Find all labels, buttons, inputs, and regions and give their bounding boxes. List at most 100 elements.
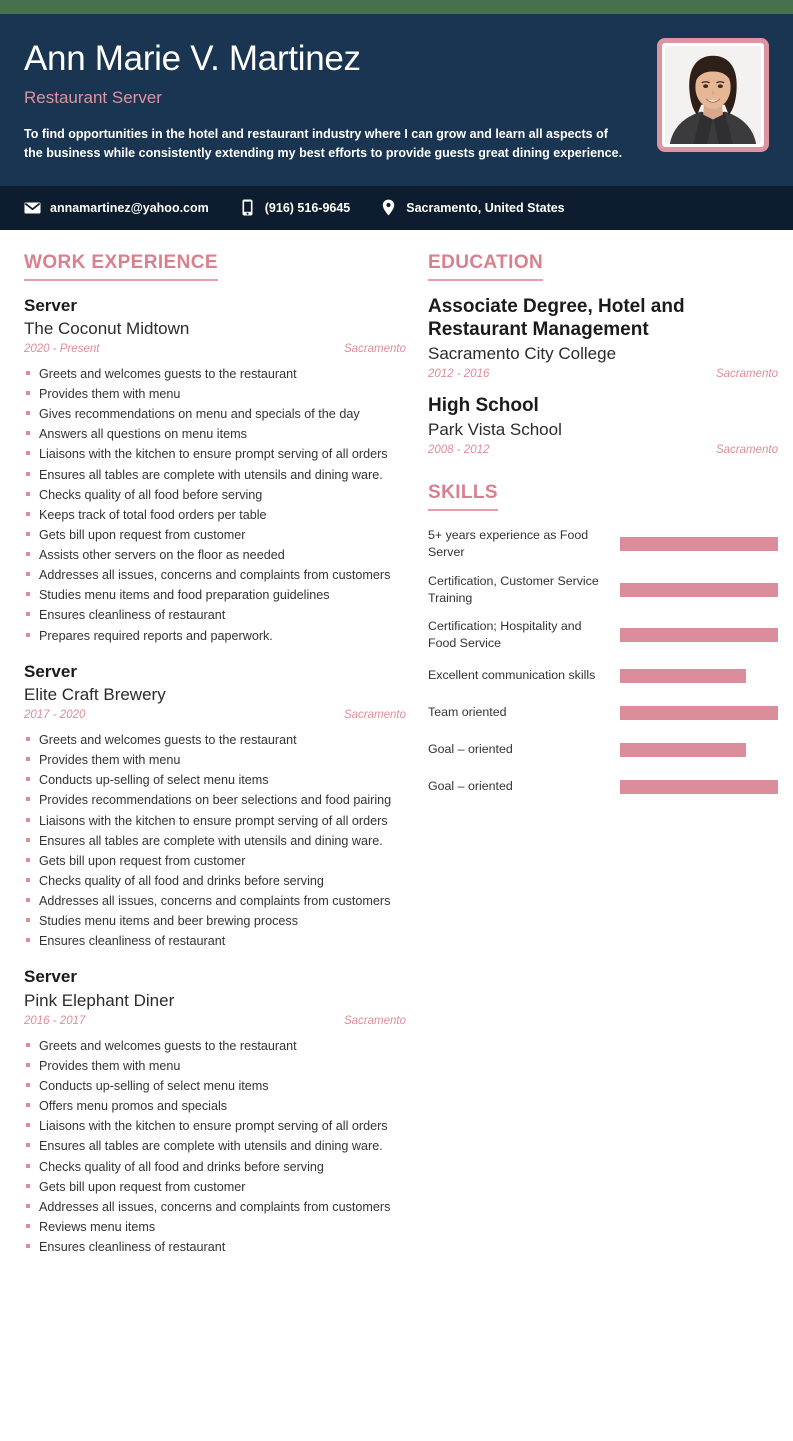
education-meta: 2008 - 2012 Sacramento: [428, 444, 778, 456]
education-meta: 2012 - 2016 Sacramento: [428, 368, 778, 380]
skills-heading: SKILLS: [428, 482, 498, 512]
education-degree: High School: [428, 395, 539, 417]
work-bullet: Ensures cleanliness of restaurant: [24, 1238, 406, 1256]
resume-body: WORK EXPERIENCE Server The Coconut Midto…: [0, 230, 793, 1293]
work-bullet: Greets and welcomes guests to the restau…: [24, 365, 406, 383]
work-dates: 2017 - 2020: [24, 709, 86, 722]
contact-bar: annamartinez@yahoo.com (916) 516-9645 Sa…: [0, 185, 793, 230]
work-bullet: Liaisons with the kitchen to ensure prom…: [24, 1117, 406, 1135]
skill-row: Excellent communication skills: [428, 663, 778, 689]
phone-icon: [239, 199, 256, 216]
work-meta: 2017 - 2020 Sacramento: [24, 709, 406, 721]
work-bullet: Provides them with menu: [24, 1057, 406, 1075]
work-bullet: Gets bill upon request from customer: [24, 1178, 406, 1196]
work-organization: Elite Craft Brewery: [24, 684, 166, 704]
work-bullet: Gives recommendations on menu and specia…: [24, 405, 406, 423]
skill-track: [620, 743, 778, 757]
work-bullet-list: Greets and welcomes guests to the restau…: [24, 731, 406, 950]
skill-label: Goal – oriented: [428, 742, 513, 757]
skill-level-bar: [620, 537, 778, 552]
work-bullet: Conducts up-selling of select menu items: [24, 771, 406, 789]
location-pin-icon: [380, 199, 397, 216]
skill-level-bar: [620, 780, 778, 794]
skill-row: Certification; Hospitality and Food Serv…: [428, 618, 778, 652]
profile-photo: [665, 46, 761, 144]
work-bullet: Ensures cleanliness of restaurant: [24, 932, 406, 950]
contact-location[interactable]: Sacramento, United States: [380, 199, 565, 216]
work-bullet: Provides them with menu: [24, 385, 406, 403]
right-column: EDUCATION Associate Degree, Hotel and Re…: [428, 252, 778, 811]
work-location: Sacramento: [343, 1014, 406, 1027]
skill-label: Certification, Customer Service Training: [428, 573, 599, 605]
skills-section: SKILLS 5+ years experience as Food Serve…: [428, 482, 778, 800]
skill-track: [620, 537, 778, 552]
education-school: Park Vista School: [428, 420, 562, 440]
work-bullet: Addresses all issues, concerns and compl…: [24, 1198, 406, 1216]
skill-track: [620, 780, 778, 794]
work-bullet: Addresses all issues, concerns and compl…: [24, 566, 406, 584]
skill-level-bar: [620, 627, 778, 642]
work-bullet: Reviews menu items: [24, 1218, 406, 1236]
skill-level-bar: [620, 669, 747, 683]
skill-track: [620, 582, 778, 597]
top-accent-strip: [0, 0, 793, 14]
skill-level-bar: [620, 743, 747, 757]
skill-row: 5+ years experience as Food Server: [428, 527, 778, 561]
education-entry: Associate Degree, Hotel and Restaurant M…: [428, 295, 778, 380]
work-bullet: Gets bill upon request from customer: [24, 852, 406, 870]
resume-page: Ann Marie V. Martinez Restaurant Server …: [0, 0, 793, 1441]
skill-level-bar: [620, 582, 778, 597]
skill-label: Goal – oriented: [428, 779, 513, 794]
avatar: [657, 38, 769, 152]
work-meta: 2016 - 2017 Sacramento: [24, 1015, 406, 1027]
work-location: Sacramento: [343, 342, 406, 355]
work-bullet: Checks quality of all food and drinks be…: [24, 872, 406, 890]
work-bullet: Conducts up-selling of select menu items: [24, 1077, 406, 1095]
education-dates: 2012 - 2016: [428, 368, 490, 381]
header-text-block: Ann Marie V. Martinez Restaurant Server …: [24, 38, 641, 164]
education-location: Sacramento: [715, 444, 778, 457]
work-role: Server: [24, 295, 77, 315]
skill-row: Goal – oriented: [428, 737, 778, 763]
education-entry: High School Park Vista School 2008 - 201…: [428, 394, 778, 456]
work-bullet: Provides them with menu: [24, 751, 406, 769]
education-heading: EDUCATION: [428, 252, 544, 281]
work-bullet: Liaisons with the kitchen to ensure prom…: [24, 445, 406, 463]
skill-label: 5+ years experience as Food Server: [428, 528, 589, 560]
work-bullet: Answers all questions on menu items: [24, 425, 406, 443]
education-degree: Associate Degree, Hotel and Restaurant M…: [428, 295, 685, 340]
work-experience-section: WORK EXPERIENCE Server The Coconut Midto…: [24, 252, 406, 1257]
skill-track: [620, 706, 778, 720]
work-bullet: Addresses all issues, concerns and compl…: [24, 892, 406, 910]
work-bullet: Keeps track of total food orders per tab…: [24, 506, 406, 524]
work-entry: Server The Coconut Midtown 2020 - Presen…: [24, 295, 406, 645]
work-bullet: Greets and welcomes guests to the restau…: [24, 1037, 406, 1055]
skill-label: Team oriented: [428, 705, 507, 720]
work-bullet-list: Greets and welcomes guests to the restau…: [24, 1037, 406, 1256]
contact-email-value: annamartinez@yahoo.com: [50, 200, 209, 215]
work-bullet: Checks quality of all food and drinks be…: [24, 1158, 406, 1176]
work-bullet: Ensures all tables are complete with ute…: [24, 832, 406, 850]
work-dates: 2020 - Present: [24, 342, 100, 355]
summary-paragraph: To find opportunities in the hotel and r…: [24, 126, 623, 161]
skill-row: Team oriented: [428, 700, 778, 726]
work-experience-list: Server The Coconut Midtown 2020 - Presen…: [24, 295, 406, 1257]
work-bullet: Ensures all tables are complete with ute…: [24, 1137, 406, 1155]
work-meta: 2020 - Present Sacramento: [24, 343, 406, 355]
work-bullet: Ensures all tables are complete with ute…: [24, 466, 406, 484]
contact-email[interactable]: annamartinez@yahoo.com: [24, 199, 209, 216]
skill-track: [620, 669, 778, 683]
work-experience-heading: WORK EXPERIENCE: [24, 252, 218, 281]
work-bullet: Greets and welcomes guests to the restau…: [24, 731, 406, 749]
skill-label: Certification; Hospitality and Food Serv…: [428, 618, 582, 650]
work-organization: The Coconut Midtown: [24, 318, 190, 338]
education-list: Associate Degree, Hotel and Restaurant M…: [428, 295, 778, 457]
work-dates: 2016 - 2017: [24, 1014, 86, 1027]
contact-phone[interactable]: (916) 516-9645: [239, 199, 350, 216]
work-bullet: Ensures cleanliness of restaurant: [24, 606, 406, 624]
skill-label: Excellent communication skills: [428, 668, 596, 683]
work-organization: Pink Elephant Diner: [24, 990, 175, 1010]
work-bullet: Gets bill upon request from customer: [24, 526, 406, 544]
work-bullet: Checks quality of all food before servin…: [24, 486, 406, 504]
skill-row: Goal – oriented: [428, 774, 778, 800]
